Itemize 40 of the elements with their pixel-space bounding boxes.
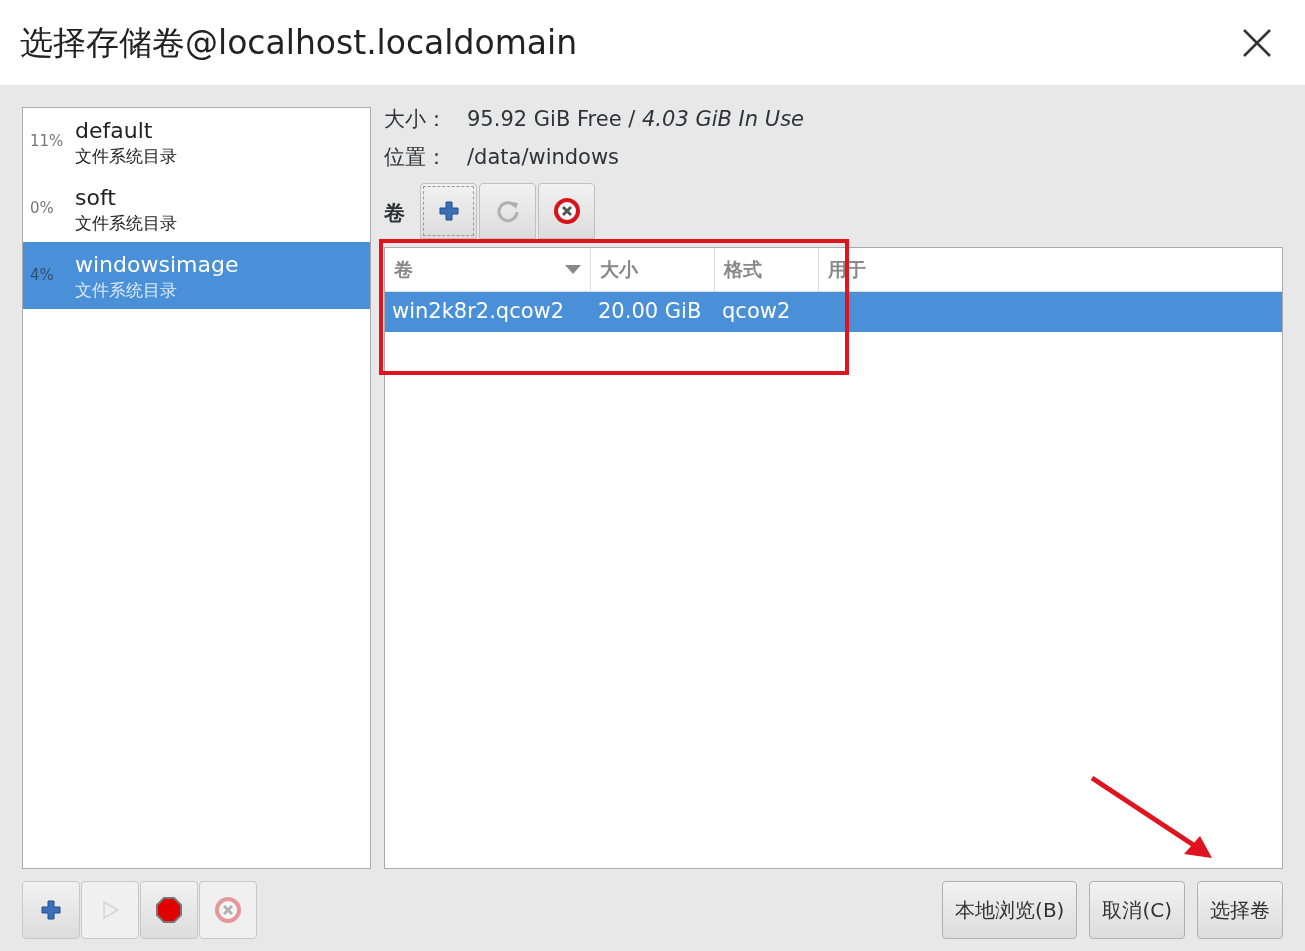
toolbar-button[interactable] [420, 183, 477, 239]
pool-item[interactable]: 4% windowsimage 文件系统目录 [23, 242, 370, 309]
usage-percent: 0% [29, 198, 55, 220]
table-cell-text: qcow2 [721, 298, 792, 326]
close-icon [1241, 26, 1273, 59]
pool-name: soft [75, 183, 117, 212]
pool-type: 文件系统目录 [75, 211, 177, 234]
pool-item[interactable]: 0% soft 文件系统目录 [23, 175, 370, 242]
stop-icon [155, 896, 183, 924]
toolbar-button[interactable] [538, 183, 595, 239]
size-value: 95.92 GiB Free / 4.03 GiB In Use [467, 106, 805, 134]
pool-name: default [75, 116, 154, 145]
delete-icon [214, 896, 242, 924]
table-cell-text: 20.00 GiB [597, 298, 703, 326]
volumes-label: 卷 [384, 199, 406, 227]
table-row[interactable]: win2k8r2.qcow2 20.00 GiB qcow2 [385, 292, 1282, 332]
column-header[interactable]: 卷 [385, 248, 591, 291]
dialog-button[interactable]: 取消(C) [1089, 881, 1185, 939]
dialog-button[interactable]: 选择卷 [1197, 881, 1283, 939]
pool-item[interactable]: 11% default 文件系统目录 [23, 108, 370, 175]
toolbar-button[interactable] [140, 881, 198, 939]
plus-icon [437, 200, 460, 222]
usage-percent: 4% [29, 265, 55, 287]
usage-percent: 11% [29, 131, 65, 153]
column-header[interactable]: 用于 [819, 248, 1282, 291]
table-cell-text: win2k8r2.qcow2 [391, 298, 566, 326]
pool-type: 文件系统目录 [75, 278, 178, 301]
delete-icon [552, 197, 581, 225]
toolbar-button[interactable] [22, 881, 80, 939]
pool-type: 文件系统目录 [75, 144, 177, 167]
plus-icon [40, 899, 62, 921]
refresh-icon [494, 198, 521, 224]
column-header[interactable]: 格式 [715, 248, 819, 291]
pool-name: windowsimage [75, 250, 239, 279]
window-title: 选择存储卷@localhost.localdomain [20, 21, 578, 64]
location-label: 位置： [384, 144, 448, 172]
location-value: /data/windows [467, 144, 620, 172]
dialog-button[interactable]: 本地浏览(B) [942, 881, 1078, 939]
column-header[interactable]: 大小 [591, 248, 715, 291]
size-label: 大小： [384, 106, 448, 134]
